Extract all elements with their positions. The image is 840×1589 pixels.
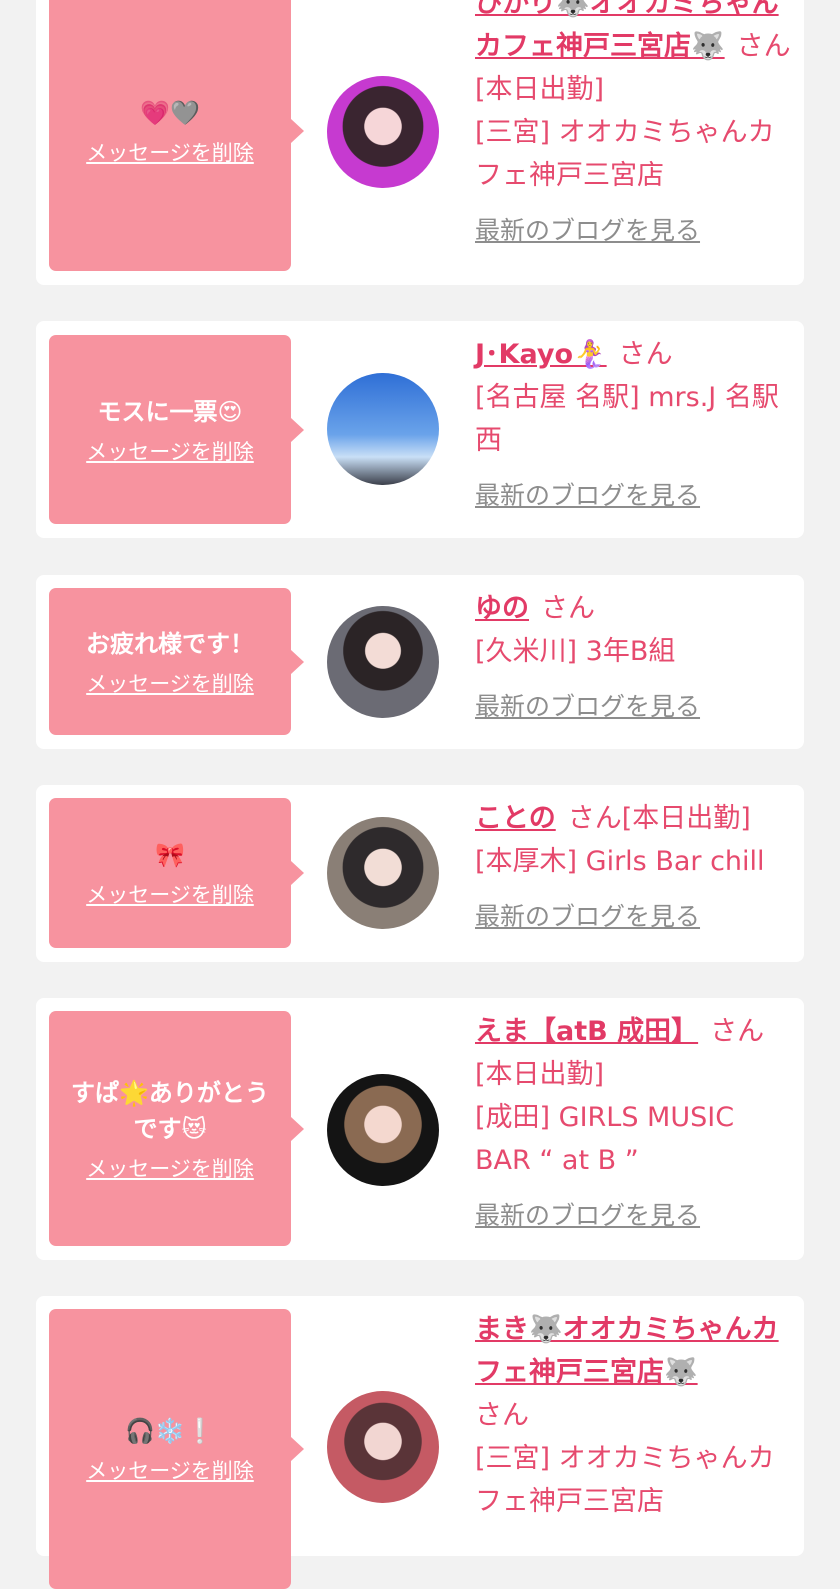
shop-name: [本厚木] Girls Bar chill (475, 846, 765, 877)
status-badge: [本日出勤] (621, 803, 751, 834)
status-badge: [本日出勤] (475, 1059, 605, 1090)
message-text: お疲れ様です！ (86, 629, 254, 658)
honorific: さん (736, 31, 791, 62)
delete-message-link[interactable]: メッセージを削除 (86, 1455, 254, 1485)
profile-info: J･Kayo🧜‍♀️ さん [名古屋 名駅] mrs.J 名駅西 最新のブログを見… (475, 333, 795, 517)
profile-name-link[interactable]: まき🐺オオカミちゃんカフェ神戸三宮店🐺 (475, 1314, 779, 1388)
message-card: モスに一票😍 メッセージを削除 J･Kayo🧜‍♀️ さん [名古屋 名駅] mr… (36, 321, 804, 538)
profile-info: えま【atB 成田】 さん [本日出勤] [成田] GIRLS MUSIC BAR… (475, 1010, 795, 1237)
profile-name-link[interactable]: J･Kayo🧜‍♀️ (475, 339, 607, 370)
profile-name-link[interactable]: えま【atB 成田】 (475, 1016, 698, 1047)
message-text: モスに一票😍 (97, 397, 243, 426)
delete-message-link[interactable]: メッセージを削除 (86, 879, 254, 909)
honorific: さん (618, 339, 673, 370)
shop-name: [三宮] オオカミちゃんカフェ神戸三宮店 (475, 1443, 775, 1517)
delete-message-link[interactable]: メッセージを削除 (86, 1153, 254, 1183)
avatar[interactable] (327, 1074, 439, 1186)
honorific: さん (567, 803, 622, 834)
message-text: すぱ🌟ありがとう です😻 (71, 1078, 269, 1143)
avatar[interactable] (327, 1391, 439, 1503)
profile-info: ゆの さん [久米川] 3年B組 最新のブログを見る (475, 587, 795, 728)
message-card: すぱ🌟ありがとう です😻 メッセージを削除 えま【atB 成田】 さん [本日出勤… (36, 998, 804, 1260)
avatar[interactable] (327, 606, 439, 718)
delete-message-link[interactable]: メッセージを削除 (86, 137, 254, 167)
message-card: 🎧❄️❕ メッセージを削除 まき🐺オオカミちゃんカフェ神戸三宮店🐺 さん [三宮… (36, 1296, 804, 1589)
latest-blog-link[interactable]: 最新のブログを見る (475, 474, 795, 517)
message-bubble: お疲れ様です！ メッセージを削除 (49, 588, 304, 735)
avatar[interactable] (327, 817, 439, 929)
honorific: さん (541, 593, 595, 624)
status-badge: [本日出勤] (475, 74, 605, 105)
avatar[interactable] (327, 373, 439, 485)
honorific: さん (475, 1400, 529, 1431)
message-bubble: モスに一票😍 メッセージを削除 (49, 335, 304, 524)
latest-blog-link[interactable]: 最新のブログを見る (475, 685, 795, 728)
message-bubble: 🎧❄️❕ メッセージを削除 (49, 1309, 304, 1589)
message-text: 🎧❄️❕ (125, 1417, 215, 1445)
profile-info: ことの さん[本日出勤] [本厚木] Girls Bar chill 最新のブログ… (475, 797, 795, 938)
latest-blog-link[interactable]: 最新のブログを見る (475, 895, 795, 938)
shop-name: [久米川] 3年B組 (475, 636, 676, 667)
message-bubble: 🎀 メッセージを削除 (49, 798, 304, 948)
profile-name-link[interactable]: ことの (475, 803, 556, 834)
latest-blog-link[interactable]: 最新のブログを見る (475, 1194, 795, 1237)
shop-name: [三宮] オオカミちゃんカフェ神戸三宮店 (475, 117, 775, 191)
avatar[interactable] (327, 76, 439, 188)
profile-info: ひかり🐺オオカミちゃんカフェ神戸三宮店🐺 さん [本日出勤] [三宮] オオカミちゃ… (475, 0, 795, 252)
shop-name: [名古屋 名駅] mrs.J 名駅西 (475, 382, 779, 456)
delete-message-link[interactable]: メッセージを削除 (86, 668, 254, 698)
message-text: 💗🩶 (140, 98, 200, 127)
profile-name-link[interactable]: ひかり🐺オオカミちゃんカフェ神戸三宮店🐺 (475, 0, 779, 62)
message-bubble: すぱ🌟ありがとう です😻 メッセージを削除 (49, 1011, 304, 1246)
message-card: お疲れ様です！ メッセージを削除 ゆの さん [久米川] 3年B組 最新のブログを… (36, 575, 804, 749)
profile-info: まき🐺オオカミちゃんカフェ神戸三宮店🐺 さん [三宮] オオカミちゃんカフェ神戸… (475, 1308, 795, 1523)
latest-blog-link[interactable]: 最新のブログを見る (475, 209, 795, 252)
honorific: さん (710, 1016, 765, 1047)
shop-name: [成田] GIRLS MUSIC BAR “ at B ” (475, 1102, 735, 1176)
message-text: 🎀 (155, 841, 185, 869)
message-card: 🎀 メッセージを削除 ことの さん[本日出勤] [本厚木] Girls Bar c… (36, 785, 804, 962)
profile-name-link[interactable]: ゆの (475, 593, 529, 624)
message-bubble: 💗🩶 メッセージを削除 (49, 0, 304, 271)
message-card: 💗🩶 メッセージを削除 ひかり🐺オオカミちゃんカフェ神戸三宮店🐺 さん [本日出勤]… (36, 0, 804, 285)
delete-message-link[interactable]: メッセージを削除 (86, 436, 254, 466)
